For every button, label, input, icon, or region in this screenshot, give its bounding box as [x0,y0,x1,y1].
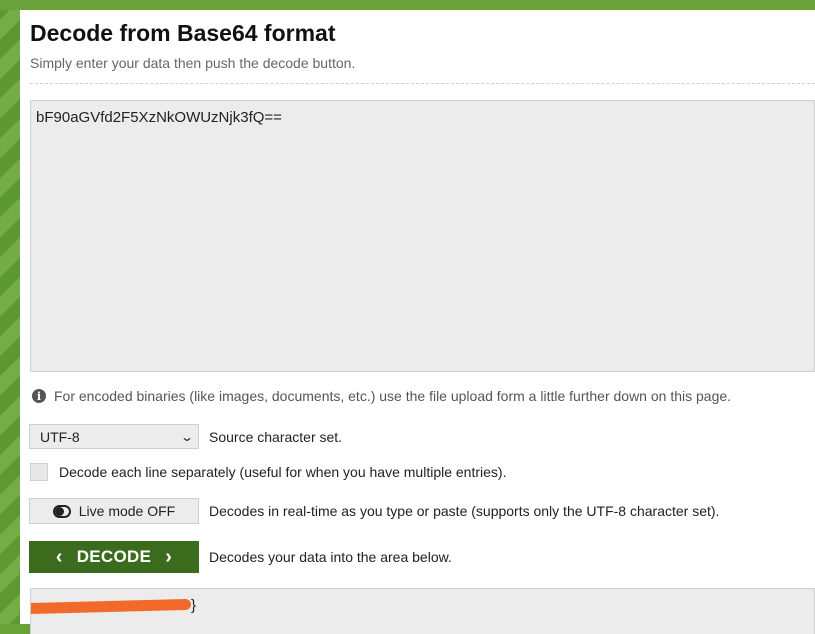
chevron-left-icon: ‹ [55,545,63,568]
background-pattern [0,0,20,624]
divider [30,83,815,84]
charset-row: UTF-8 ⌄ Source character set. [29,424,342,449]
live-mode-row: Live mode OFF Decodes in real-time as yo… [29,498,719,524]
info-notice: i For encoded binaries (like images, doc… [32,388,731,404]
info-icon: i [32,389,46,403]
input-value: bF90aGVfd2F5XzNkOWUzNjk3fQ== [36,109,282,126]
background-top [0,0,815,10]
charset-selected-value: UTF-8 [40,428,80,445]
decode-panel: Decode from Base64 format Simply enter y… [20,10,815,634]
decode-each-line-label[interactable]: Decode each line separately (useful for … [59,464,506,480]
page-title: Decode from Base64 format [30,20,336,46]
base64-input-textarea[interactable]: bF90aGVfd2F5XzNkOWUzNjk3fQ== [30,100,815,372]
line-option-row: Decode each line separately (useful for … [30,463,506,481]
decode-each-line-checkbox[interactable] [30,463,48,481]
output-visible-text: } [191,597,197,614]
live-mode-toggle-button[interactable]: Live mode OFF [29,498,199,524]
chevron-down-icon: ⌄ [179,429,195,444]
live-mode-label: Live mode OFF [78,503,176,519]
decode-button[interactable]: ‹ DECODE › [29,541,199,573]
decode-description: Decodes your data into the area below. [209,549,452,565]
chevron-right-icon: › [165,545,173,568]
charset-select[interactable]: UTF-8 ⌄ [29,424,199,449]
info-text: For encoded binaries (like images, docum… [54,388,732,404]
decode-row: ‹ DECODE › Decodes your data into the ar… [29,541,452,573]
toggle-off-icon [52,504,71,518]
decode-button-label: DECODE [76,547,152,566]
live-mode-description: Decodes in real-time as you type or past… [209,503,720,519]
charset-label: Source character set. [209,428,343,445]
page-subtitle: Simply enter your data then push the dec… [30,55,356,71]
redaction-mark [31,598,192,615]
decoded-output-textarea[interactable]: } [30,588,815,634]
